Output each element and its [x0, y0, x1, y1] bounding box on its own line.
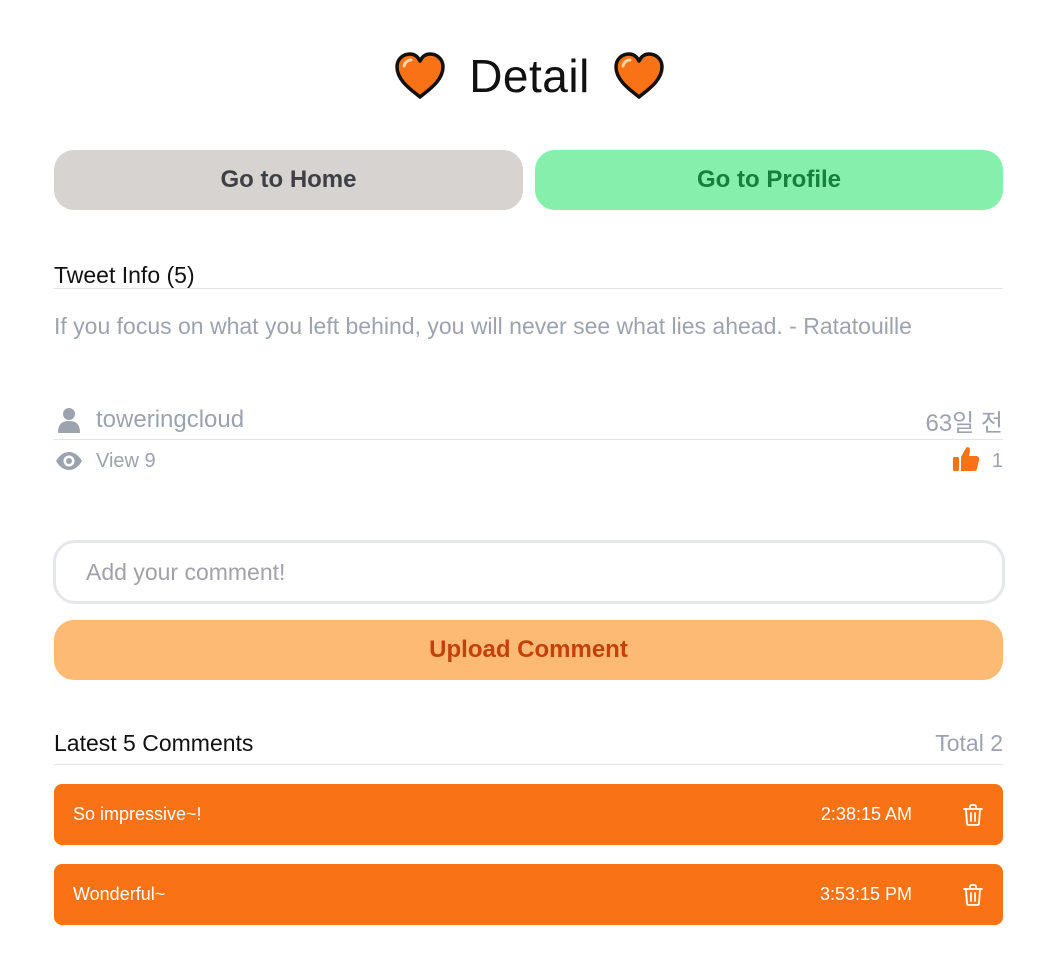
thumbs-up-icon[interactable] [952, 446, 980, 477]
go-to-profile-button[interactable]: Go to Profile [535, 150, 1003, 210]
user-icon [54, 407, 84, 433]
comment-input[interactable] [53, 540, 1005, 604]
comments-total: Total 2 [935, 730, 1003, 756]
comments-divider [54, 764, 1003, 765]
tweet-text: If you focus on what you left behind, yo… [54, 313, 912, 339]
tweet-author-row: toweringcloud 63일 전 [54, 402, 1003, 438]
trash-icon[interactable] [962, 883, 984, 906]
comment-time: 2:38:15 AM [820, 804, 912, 824]
go-to-home-button[interactable]: Go to Home [54, 150, 523, 210]
upload-comment-button[interactable]: Upload Comment [54, 620, 1003, 680]
tweet-username[interactable]: toweringcloud [96, 406, 244, 434]
tweet-info-divider [54, 288, 1003, 289]
comment-item: Wonderful~ 3:53:15 PM [54, 864, 1003, 925]
comment-text: Wonderful~ [73, 884, 166, 904]
tweet-date: 63일 전 [925, 409, 1003, 437]
orange-heart-icon [395, 52, 445, 99]
comment-item: So impressive~! 2:38:15 AM [54, 784, 1003, 845]
trash-icon[interactable] [962, 803, 984, 826]
comment-time: 3:53:15 PM [819, 884, 912, 904]
eye-icon [54, 451, 84, 471]
comments-title: Latest 5 Comments [54, 730, 254, 756]
comment-text: So impressive~! [73, 804, 202, 824]
tweet-stats-row: View 9 1 [54, 446, 1003, 476]
like-count: 1 [991, 449, 1003, 472]
tweet-view-count: View 9 [96, 449, 156, 472]
comments-header: Latest 5 Comments Total 2 [54, 730, 1003, 757]
page-title: Detail [469, 50, 590, 102]
like-control[interactable]: 1 [952, 446, 1003, 477]
orange-heart-icon [614, 52, 664, 99]
tweet-info-title: Tweet Info (5) [54, 262, 195, 288]
page-header: Detail [0, 46, 1059, 106]
tweet-meta-divider [54, 439, 1003, 440]
